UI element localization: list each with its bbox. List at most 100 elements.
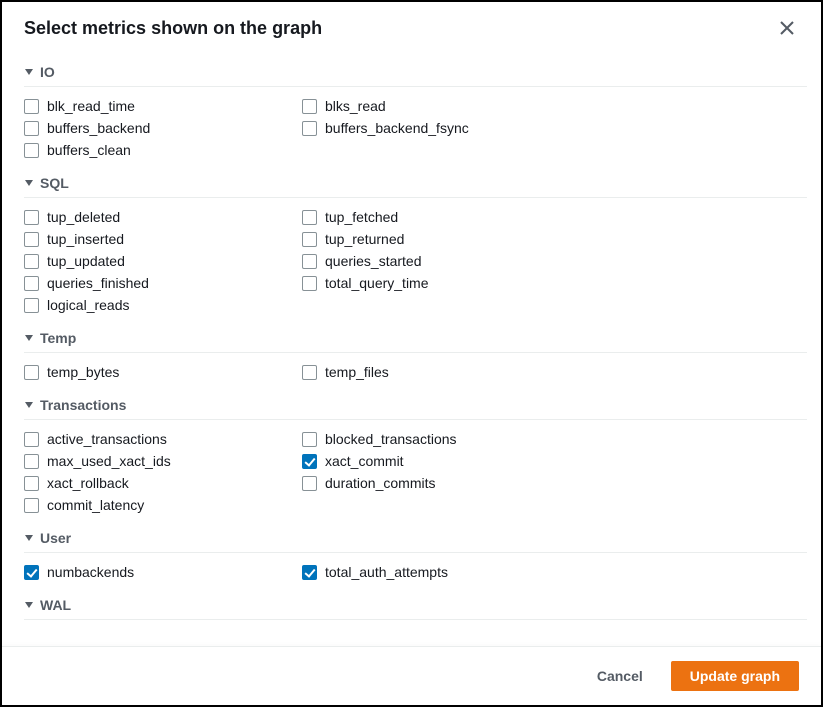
metric-label: blocked_transactions (325, 431, 457, 447)
metric-option-blks-read[interactable]: blks_read (302, 95, 807, 117)
section-title: User (40, 530, 71, 546)
metric-label: logical_reads (47, 297, 130, 313)
metric-label: queries_started (325, 253, 422, 269)
metric-label: queries_finished (47, 275, 149, 291)
metric-label: max_used_xact_ids (47, 453, 171, 469)
section-title: Temp (40, 330, 76, 346)
metric-checkbox-blks-read[interactable] (302, 99, 317, 114)
update-graph-button[interactable]: Update graph (671, 661, 799, 691)
metric-option-commit-latency[interactable]: commit_latency (24, 494, 302, 516)
section-title: Transactions (40, 397, 126, 413)
metric-option-tup-returned[interactable]: tup_returned (302, 228, 807, 250)
metric-checkbox-buffers-clean[interactable] (24, 143, 39, 158)
section-grid-user: numbackends total_auth_attempts (24, 553, 807, 587)
metric-option-buffers-clean[interactable]: buffers_clean (24, 139, 302, 161)
metric-option-temp-bytes[interactable]: temp_bytes (24, 361, 302, 383)
metric-option-numbackends[interactable]: numbackends (24, 561, 302, 583)
metric-label: tup_deleted (47, 209, 120, 225)
metric-checkbox-tup-fetched[interactable] (302, 210, 317, 225)
metric-checkbox-total-auth-attempts[interactable] (302, 565, 317, 580)
metric-label: active_transactions (47, 431, 167, 447)
section-grid-temp: temp_bytes temp_files (24, 353, 807, 387)
metric-option-tup-fetched[interactable]: tup_fetched (302, 206, 807, 228)
metric-option-temp-files[interactable]: temp_files (302, 361, 807, 383)
metric-option-tup-inserted[interactable]: tup_inserted (24, 228, 302, 250)
metric-checkbox-numbackends[interactable] (24, 565, 39, 580)
section-grid-transactions: active_transactions blocked_transactionsm… (24, 420, 807, 520)
metric-checkbox-xact-commit[interactable] (302, 454, 317, 469)
section-header-wal[interactable]: WAL (24, 587, 807, 620)
metric-option-logical-reads[interactable]: logical_reads (24, 294, 302, 316)
metric-checkbox-tup-inserted[interactable] (24, 232, 39, 247)
metric-label: tup_updated (47, 253, 125, 269)
metric-option-active-transactions[interactable]: active_transactions (24, 428, 302, 450)
section-title: WAL (40, 597, 71, 613)
metric-option-max-used-xact-ids[interactable]: max_used_xact_ids (24, 450, 302, 472)
metric-checkbox-max-used-xact-ids[interactable] (24, 454, 39, 469)
section-header-sql[interactable]: SQL (24, 165, 807, 198)
metric-checkbox-tup-updated[interactable] (24, 254, 39, 269)
metric-option-tup-deleted[interactable]: tup_deleted (24, 206, 302, 228)
dialog-body-wrapper: IOblk_read_timeblks_readbuffers_backendb… (2, 48, 821, 646)
metric-checkbox-active-transactions[interactable] (24, 432, 39, 447)
metric-option-total-auth-attempts[interactable]: total_auth_attempts (302, 561, 807, 583)
section-header-user[interactable]: User (24, 520, 807, 553)
caret-down-icon (24, 178, 34, 188)
close-icon (779, 24, 795, 39)
dialog-title: Select metrics shown on the graph (24, 18, 322, 39)
metric-label: tup_returned (325, 231, 404, 247)
caret-down-icon (24, 67, 34, 77)
metric-checkbox-blk-read-time[interactable] (24, 99, 39, 114)
metric-checkbox-duration-commits[interactable] (302, 476, 317, 491)
metric-checkbox-queries-started[interactable] (302, 254, 317, 269)
metric-option-queries-finished[interactable]: queries_finished (24, 272, 302, 294)
metric-label: xact_commit (325, 453, 404, 469)
metric-checkbox-temp-bytes[interactable] (24, 365, 39, 380)
metric-checkbox-xact-rollback[interactable] (24, 476, 39, 491)
metric-checkbox-buffers-backend[interactable] (24, 121, 39, 136)
metric-option-blocked-transactions[interactable]: blocked_transactions (302, 428, 807, 450)
metric-checkbox-blocked-transactions[interactable] (302, 432, 317, 447)
metric-checkbox-buffers-backend-fsync[interactable] (302, 121, 317, 136)
section-header-temp[interactable]: Temp (24, 320, 807, 353)
cancel-button[interactable]: Cancel (579, 661, 661, 691)
caret-down-icon (24, 400, 34, 410)
metric-option-buffers-backend-fsync[interactable]: buffers_backend_fsync (302, 117, 807, 139)
metric-label: temp_bytes (47, 364, 119, 380)
section-title: IO (40, 64, 55, 80)
metric-option-total-query-time[interactable]: total_query_time (302, 272, 807, 294)
caret-down-icon (24, 600, 34, 610)
section-grid-sql: tup_deleted tup_fetched tup_inserted tup_re… (24, 198, 807, 320)
caret-down-icon (24, 333, 34, 343)
close-button[interactable] (775, 16, 799, 40)
metric-option-queries-started[interactable]: queries_started (302, 250, 807, 272)
metric-checkbox-logical-reads[interactable] (24, 298, 39, 313)
metric-option-buffers-backend[interactable]: buffers_backend (24, 117, 302, 139)
metric-checkbox-temp-files[interactable] (302, 365, 317, 380)
metric-label: xact_rollback (47, 475, 129, 491)
dialog-body-scroll[interactable]: IOblk_read_timeblks_readbuffers_backendb… (2, 48, 821, 646)
section-header-io[interactable]: IO (24, 54, 807, 87)
metric-label: temp_files (325, 364, 389, 380)
metric-checkbox-tup-returned[interactable] (302, 232, 317, 247)
metric-checkbox-total-query-time[interactable] (302, 276, 317, 291)
metric-label: tup_fetched (325, 209, 398, 225)
metric-checkbox-commit-latency[interactable] (24, 498, 39, 513)
dialog-header: Select metrics shown on the graph (2, 2, 821, 48)
metric-checkbox-tup-deleted[interactable] (24, 210, 39, 225)
metric-option-duration-commits[interactable]: duration_commits (302, 472, 807, 494)
metric-label: duration_commits (325, 475, 436, 491)
metric-label: blks_read (325, 98, 386, 114)
metric-option-xact-rollback[interactable]: xact_rollback (24, 472, 302, 494)
metric-label: blk_read_time (47, 98, 135, 114)
metric-label: buffers_backend (47, 120, 150, 136)
metric-label: commit_latency (47, 497, 144, 513)
dialog-footer: Cancel Update graph (2, 646, 821, 705)
metric-option-xact-commit[interactable]: xact_commit (302, 450, 807, 472)
metric-option-blk-read-time[interactable]: blk_read_time (24, 95, 302, 117)
metric-option-tup-updated[interactable]: tup_updated (24, 250, 302, 272)
section-title: SQL (40, 175, 69, 191)
metric-label: numbackends (47, 564, 134, 580)
section-header-transactions[interactable]: Transactions (24, 387, 807, 420)
metric-checkbox-queries-finished[interactable] (24, 276, 39, 291)
